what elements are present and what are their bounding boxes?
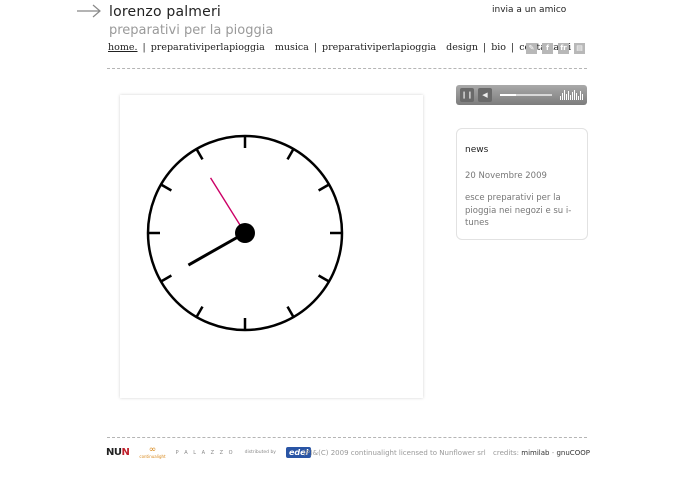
page-icon[interactable]: ▤ bbox=[574, 43, 585, 54]
continualight-symbol: ∞ bbox=[148, 445, 157, 455]
equalizer-bar bbox=[572, 92, 573, 100]
nun-logo-text-a: NU bbox=[106, 447, 122, 458]
nav-item-musica[interactable]: musica bbox=[275, 42, 309, 53]
nav-item-design[interactable]: design bbox=[446, 42, 478, 53]
clock-card bbox=[120, 95, 423, 398]
facebook-icon[interactable]: f bbox=[542, 43, 553, 54]
nav-item-bio[interactable]: bio bbox=[491, 42, 506, 53]
clock-tick bbox=[160, 274, 173, 283]
continualight-logo[interactable]: ∞ continualight bbox=[139, 445, 166, 460]
equalizer-icon bbox=[560, 90, 583, 100]
equalizer-bar bbox=[564, 90, 565, 100]
social-icons: ✎ f fr ▤ bbox=[526, 43, 585, 54]
equalizer-bar bbox=[582, 94, 583, 100]
news-heading: news bbox=[465, 145, 489, 155]
equalizer-bar bbox=[566, 94, 567, 100]
nav-separator: | bbox=[511, 42, 515, 53]
progress-track[interactable] bbox=[500, 94, 552, 96]
clock-tick bbox=[195, 305, 204, 318]
distributed-by-label: distributed by bbox=[244, 450, 276, 455]
nav-item-preparativi-2[interactable]: preparativiperlapioggia bbox=[322, 42, 436, 53]
volume-icon[interactable]: ◀ bbox=[478, 88, 492, 102]
news-date: 20 Novembre 2009 bbox=[465, 171, 547, 181]
palazzo-logo[interactable]: P A L A Z Z O bbox=[176, 450, 235, 456]
site-title[interactable]: lorenzo palmeri bbox=[109, 4, 221, 20]
bottom-divider bbox=[107, 437, 587, 438]
clock-tick bbox=[195, 148, 204, 161]
footer-logos: NUN ∞ continualight P A L A Z Z O distri… bbox=[106, 445, 312, 460]
progress-fill bbox=[500, 94, 516, 96]
clock-tick bbox=[317, 183, 330, 192]
site-subtitle: preparativi per la pioggia bbox=[109, 23, 274, 38]
nav-separator: | bbox=[313, 42, 318, 53]
nav-separator: | bbox=[482, 42, 487, 53]
pause-button[interactable]: ❙❙ bbox=[460, 88, 474, 102]
credits-separator: - bbox=[551, 449, 555, 457]
credits-label: credits: bbox=[493, 449, 520, 457]
audio-player: ❙❙ ◀ bbox=[456, 85, 587, 105]
clock-tick bbox=[286, 148, 295, 161]
equalizer-bar bbox=[580, 91, 581, 100]
nav-separator: | bbox=[142, 42, 146, 53]
equalizer-bar bbox=[576, 93, 577, 100]
news-box: news 20 Novembre 2009 esce preparativi p… bbox=[456, 128, 588, 240]
top-divider bbox=[107, 68, 587, 69]
clock-tick bbox=[317, 274, 330, 283]
credits-link-gnucoop[interactable]: gnuCOOP bbox=[556, 449, 589, 457]
main-nav: home. | preparativiperlapioggia musica |… bbox=[108, 42, 571, 53]
nun-logo-text-b: N bbox=[121, 447, 130, 458]
clock-tick bbox=[286, 305, 295, 318]
news-text: esce preparativi per la pioggia nei nego… bbox=[465, 193, 572, 228]
nunflower-logo[interactable]: NUN bbox=[106, 447, 130, 458]
credits: credits: mimilab - gnuCOOP bbox=[493, 449, 590, 457]
invite-friend-link[interactable]: invia a un amico bbox=[492, 5, 566, 15]
equalizer-bar bbox=[568, 91, 569, 100]
clock-center bbox=[235, 223, 255, 243]
share-icon[interactable]: ✎ bbox=[526, 43, 537, 54]
arrow-icon bbox=[77, 4, 101, 18]
flickr-icon[interactable]: fr bbox=[558, 43, 569, 54]
nav-item-home[interactable]: home. bbox=[108, 42, 138, 53]
equalizer-bar bbox=[560, 96, 561, 100]
continualight-text: continualight bbox=[139, 454, 166, 459]
copyright-text: (P)&(C) 2009 continualight licensed to N… bbox=[303, 449, 486, 457]
credits-link-mimilab[interactable]: mimilab bbox=[521, 449, 549, 457]
equalizer-bar bbox=[578, 96, 579, 100]
clock-tick bbox=[160, 183, 173, 192]
equalizer-bar bbox=[570, 95, 571, 100]
equalizer-bar bbox=[574, 90, 575, 100]
nav-item-preparativi[interactable]: preparativiperlapioggia bbox=[151, 42, 265, 53]
equalizer-bar bbox=[562, 93, 563, 100]
clock-face bbox=[146, 134, 344, 332]
